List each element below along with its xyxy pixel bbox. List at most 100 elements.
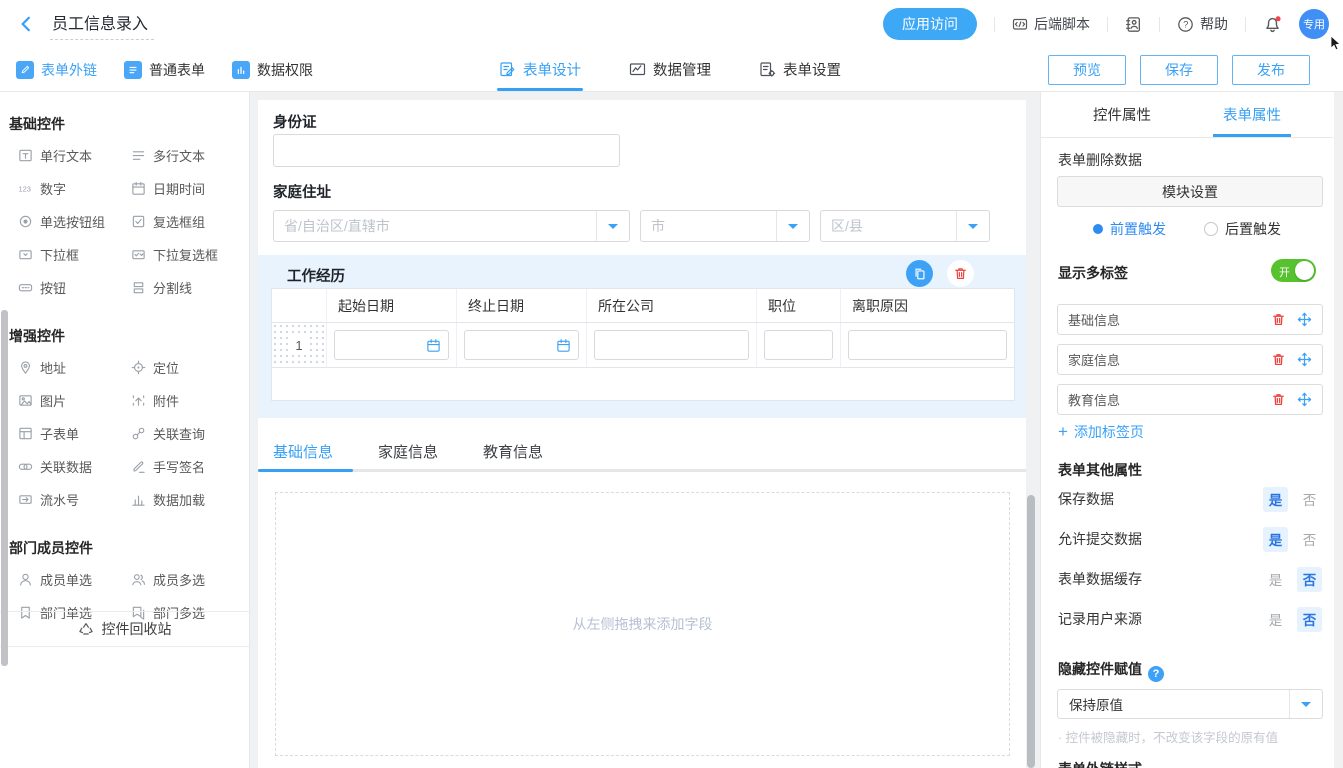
form-toolbar: 表单外链 普通表单 数据权限 表单设计	[0, 48, 1343, 92]
control-subform[interactable]: 子表单	[18, 417, 131, 450]
form-external-link-button[interactable]: 表单外链	[16, 60, 97, 80]
no-button[interactable]: 否	[1297, 567, 1322, 592]
province-select[interactable]: 省/自治区/直辖市	[273, 210, 630, 242]
work-experience-subform[interactable]: 工作经历 起始日期 终止日期	[258, 255, 1026, 418]
control-lookup-query[interactable]: 关联查询	[131, 417, 244, 450]
backend-script-button[interactable]: 后端脚本	[1012, 14, 1090, 34]
tab-form-design[interactable]: 表单设计	[497, 48, 583, 91]
radio-pre-trigger[interactable]: 前置触发	[1093, 219, 1166, 239]
move-icon[interactable]	[1296, 312, 1312, 328]
yes-button[interactable]: 是	[1263, 567, 1288, 592]
radio-post-trigger[interactable]: 后置触发	[1204, 219, 1281, 239]
start-date-input[interactable]	[334, 330, 449, 360]
module-settings-button[interactable]: 模块设置	[1057, 176, 1323, 207]
control-recycle-bin[interactable]: 控件回收站	[0, 611, 249, 647]
control-button[interactable]: 按钮	[18, 271, 131, 304]
control-divider[interactable]: 分割线	[131, 271, 244, 304]
tab-education-info[interactable]: 教育信息	[483, 441, 543, 462]
control-multi-select[interactable]: 下拉复选框	[131, 238, 244, 271]
chevron-down-icon	[1301, 702, 1311, 712]
avatar[interactable]: 专用	[1299, 9, 1329, 39]
canvas-scrollbar-thumb[interactable]	[1027, 495, 1035, 768]
control-linked-data[interactable]: 关联数据	[18, 450, 131, 483]
control-serial-number[interactable]: 流水号	[18, 483, 131, 516]
leave-reason-input[interactable]	[848, 330, 1007, 360]
contacts-icon[interactable]	[1125, 16, 1142, 33]
copy-widget-button[interactable]	[906, 260, 933, 287]
control-radio-group[interactable]: 单选按钮组	[18, 205, 131, 238]
trash-icon	[953, 266, 968, 281]
yes-button[interactable]: 是	[1263, 487, 1288, 512]
column-header-end-date: 终止日期	[457, 289, 587, 322]
preview-button[interactable]: 预览	[1048, 55, 1126, 85]
window-scrollbar-thumb[interactable]	[1, 310, 8, 666]
company-input[interactable]	[594, 330, 749, 360]
help-circle-icon[interactable]: ?	[1148, 666, 1164, 682]
publish-button[interactable]: 发布	[1232, 55, 1310, 85]
multi-tab-toggle[interactable]: 开	[1271, 259, 1316, 282]
id-card-field-label: 身份证	[273, 111, 317, 132]
tab-form-settings[interactable]: 表单设置	[757, 48, 843, 91]
delete-widget-button[interactable]	[947, 260, 974, 287]
control-image[interactable]: 图片	[18, 384, 131, 417]
address-pin-icon	[18, 360, 33, 375]
mouse-cursor	[1330, 36, 1342, 52]
end-date-input[interactable]	[464, 330, 579, 360]
control-data-load[interactable]: 数据加载	[131, 483, 244, 516]
tab-family-info[interactable]: 家庭信息	[378, 441, 438, 462]
page-title[interactable]: 员工信息录入	[50, 8, 154, 40]
control-number[interactable]: 123 数字	[18, 172, 131, 205]
divider	[1245, 17, 1246, 32]
control-address[interactable]: 地址	[18, 351, 131, 384]
tab-item-basic-info[interactable]: 基础信息	[1057, 304, 1323, 335]
control-checkbox-group[interactable]: 复选框组	[131, 205, 244, 238]
control-member-single[interactable]: 成员单选	[18, 563, 131, 596]
window-scrollbar-track[interactable]	[1334, 92, 1343, 768]
trash-icon[interactable]	[1270, 392, 1286, 408]
row-drag-handle[interactable]: 1	[272, 323, 327, 367]
trash-icon[interactable]	[1270, 312, 1286, 328]
data-load-icon	[131, 492, 146, 507]
tab-item-education-info[interactable]: 教育信息	[1057, 384, 1323, 415]
control-member-multi[interactable]: 成员多选	[131, 563, 244, 596]
back-icon[interactable]	[14, 12, 38, 36]
control-multi-line-text[interactable]: 多行文本	[131, 139, 244, 172]
trash-icon[interactable]	[1270, 352, 1286, 368]
hidden-assign-select[interactable]: 保持原值	[1057, 689, 1323, 719]
chevron-down-icon	[788, 224, 798, 234]
position-input[interactable]	[764, 330, 833, 360]
city-select[interactable]: 市	[640, 210, 810, 242]
tab-active-underline	[258, 469, 353, 472]
no-button[interactable]: 否	[1297, 487, 1322, 512]
tab-item-family-info[interactable]: 家庭信息	[1057, 344, 1323, 375]
tab-strip-rule	[258, 469, 1026, 472]
tab-widget-properties[interactable]: 控件属性	[1083, 92, 1161, 137]
control-datetime[interactable]: 日期时间	[131, 172, 244, 205]
app-access-button[interactable]: 应用访问	[883, 8, 977, 40]
move-icon[interactable]	[1296, 392, 1312, 408]
help-button[interactable]: ? 帮助	[1177, 14, 1228, 34]
add-tab-button[interactable]: + 添加标签页	[1058, 422, 1144, 442]
data-permission-button[interactable]: 数据权限	[232, 60, 313, 80]
save-button[interactable]: 保存	[1140, 55, 1218, 85]
yes-button[interactable]: 是	[1263, 527, 1288, 552]
move-icon[interactable]	[1296, 352, 1312, 368]
control-select[interactable]: 下拉框	[18, 238, 131, 271]
yes-button[interactable]: 是	[1263, 607, 1288, 632]
no-button[interactable]: 否	[1297, 527, 1322, 552]
control-single-line-text[interactable]: 单行文本	[18, 139, 131, 172]
tab-basic-info[interactable]: 基础信息	[273, 441, 333, 462]
number-icon: 123	[18, 181, 33, 196]
tab-form-properties[interactable]: 表单属性	[1213, 92, 1291, 137]
calendar-icon	[426, 338, 441, 353]
drag-drop-zone[interactable]: 从左侧拖拽来添加字段	[275, 492, 1010, 756]
tab-data-management[interactable]: 数据管理	[627, 48, 713, 91]
control-attachment[interactable]: 附件	[131, 384, 244, 417]
control-signature[interactable]: 手写签名	[131, 450, 244, 483]
control-location[interactable]: 定位	[131, 351, 244, 384]
district-select[interactable]: 区/县	[820, 210, 990, 242]
no-button[interactable]: 否	[1297, 607, 1322, 632]
normal-form-button[interactable]: 普通表单	[124, 60, 205, 80]
notifications-bell-icon[interactable]	[1263, 15, 1282, 34]
id-card-input[interactable]	[273, 134, 620, 167]
